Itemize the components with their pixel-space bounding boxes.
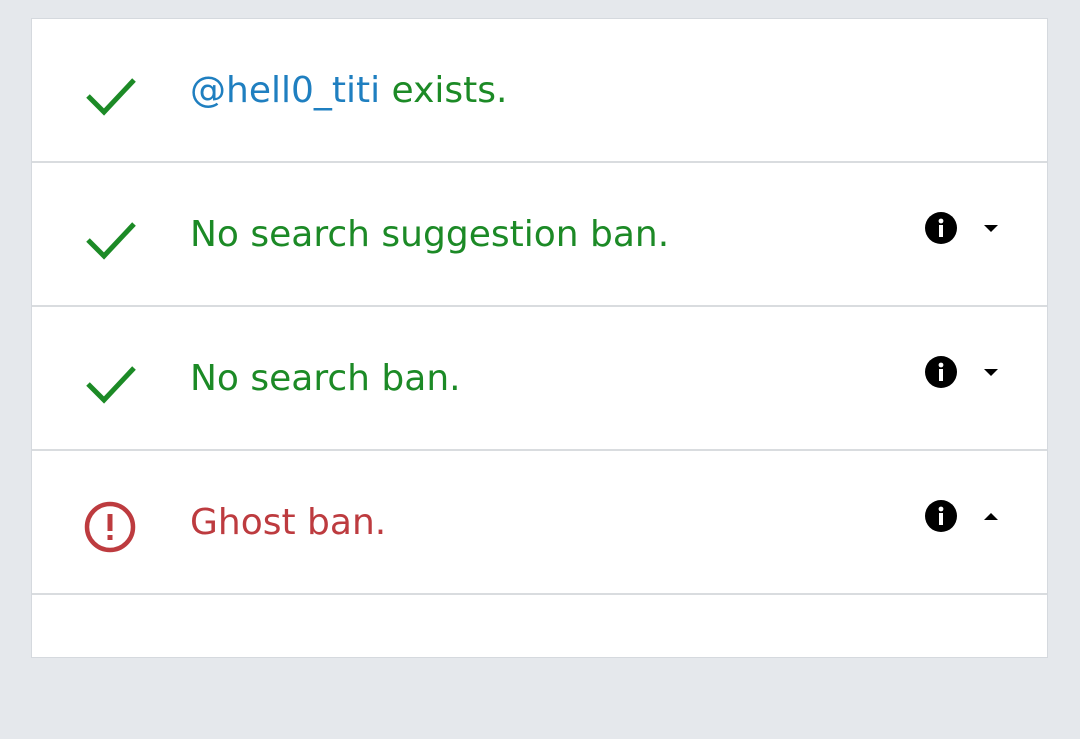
check-icon [80,355,140,411]
result-suffix: exists. [380,70,508,111]
result-text: No search suggestion ban. [190,214,670,255]
chevron-up-icon[interactable] [978,503,1004,529]
result-row-next [32,595,1047,739]
check-icon [80,67,140,123]
result-text: @hell0_titi exists. [190,69,507,113]
chevron-down-icon[interactable] [978,359,1004,385]
result-row-exists: @hell0_titi exists. [32,19,1047,163]
result-row-search-ban: No search ban. [32,307,1047,451]
info-icon[interactable] [924,211,958,245]
chevron-down-icon[interactable] [978,215,1004,241]
exclamation-circle-icon [80,499,140,555]
result-text: Ghost ban. [190,502,387,543]
account-handle-link[interactable]: @hell0_titi [190,70,380,111]
result-row-ghost-ban: Ghost ban. [32,451,1047,595]
check-icon [80,211,140,267]
info-icon[interactable] [924,355,958,389]
info-icon[interactable] [924,499,958,533]
result-row-search-suggestion-ban: No search suggestion ban. [32,163,1047,307]
result-text: No search ban. [190,358,461,399]
results-card: @hell0_titi exists. No search suggestion… [31,18,1048,658]
